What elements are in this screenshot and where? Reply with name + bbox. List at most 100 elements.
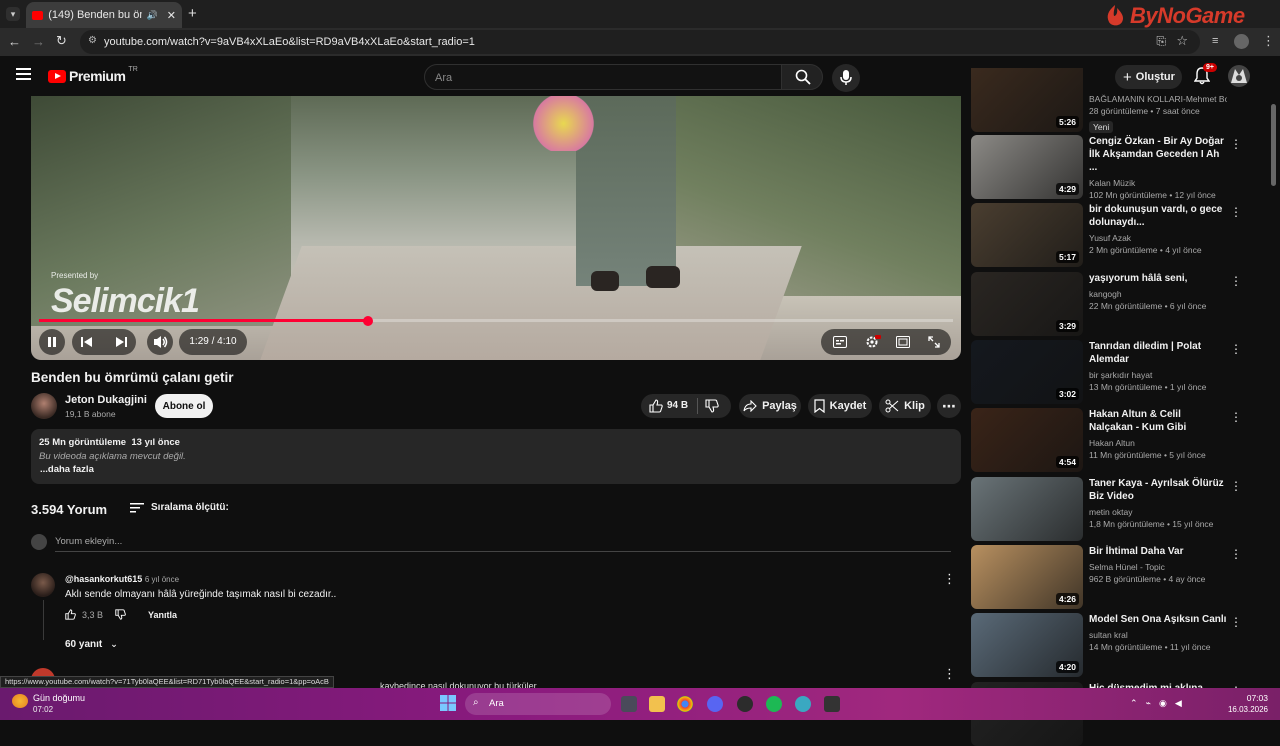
- video-thumbnail[interactable]: 4:26: [971, 545, 1083, 609]
- recommendation-card[interactable]: 4:29 Cengiz Özkan - Bir Ay Doğar İlk Akşa…: [971, 135, 1253, 200]
- like-button[interactable]: [649, 399, 663, 413]
- start-button[interactable]: [440, 695, 458, 713]
- comment-dislike-icon[interactable]: [115, 609, 126, 620]
- recommendation-channel[interactable]: bir şarkıdır hayat: [1089, 369, 1227, 381]
- clock-date[interactable]: 16.03.2026: [1218, 705, 1268, 714]
- volume-button[interactable]: [147, 329, 173, 355]
- new-tab-button[interactable]: +: [188, 5, 197, 22]
- recommendation-menu-icon[interactable]: ⋮: [1230, 479, 1242, 493]
- forward-button[interactable]: →: [32, 34, 45, 49]
- bookmark-star-icon[interactable]: ☆: [1176, 33, 1188, 49]
- install-app-icon[interactable]: ⎘: [1156, 34, 1166, 49]
- recommendation-card[interactable]: 4:20 Model Sen Ona Aşıksın Canlı sultan kr…: [971, 613, 1253, 677]
- browser-menu-icon[interactable]: ⋮: [1262, 33, 1275, 49]
- recommendation-menu-icon[interactable]: ⋮: [1230, 410, 1242, 424]
- recommendation-card[interactable]: 3:29 yaşıyorum hâlâ seni, kangogh 22 Mn gör…: [971, 272, 1253, 336]
- comment-time[interactable]: 6 yıl önce: [145, 575, 179, 584]
- previous-icon[interactable]: [80, 335, 94, 349]
- subscribe-button[interactable]: Abone ol: [155, 394, 213, 418]
- settings-gear-icon[interactable]: [865, 335, 881, 349]
- fullscreen-icon[interactable]: [928, 336, 940, 348]
- video-progress-bar[interactable]: [39, 315, 953, 326]
- system-tray-icons[interactable]: ⌃⌁◉◀: [1130, 698, 1190, 709]
- voice-search-button[interactable]: [832, 64, 860, 92]
- recommendation-card[interactable]: Taner Kaya - Ayrılsak Ölürüz Biz Video me…: [971, 477, 1253, 541]
- recommendation-title[interactable]: BAĞLAMANIN KOLLARI-Mehmet Bora: [1089, 93, 1227, 105]
- clip-button[interactable]: Klip: [879, 394, 931, 418]
- view-replies-button[interactable]: 60 yanıt ⌄: [65, 639, 118, 650]
- browser-tab-active[interactable]: (149) Benden bu ömrümü ç 🔊 ✕: [26, 2, 182, 28]
- user-avatar[interactable]: [1228, 65, 1250, 87]
- search-input[interactable]: Ara: [424, 64, 782, 90]
- recommendation-menu-icon[interactable]: ⋮: [1230, 547, 1242, 561]
- recommendation-title[interactable]: Bir İhtimal Daha Var: [1089, 545, 1227, 558]
- recommendation-title[interactable]: Cengiz Özkan - Bir Ay Doğar İlk Akşamdan…: [1089, 135, 1227, 174]
- video-thumbnail[interactable]: [971, 477, 1083, 541]
- weather-icon[interactable]: [12, 694, 28, 708]
- video-thumbnail[interactable]: 5:17: [971, 203, 1083, 267]
- recommendation-channel[interactable]: sultan kral: [1089, 629, 1227, 641]
- recommendation-title[interactable]: bir dokunuşun vardı, o gece dolunaydı...: [1089, 203, 1227, 229]
- taskbar-search[interactable]: ⌕ Ara: [465, 693, 611, 715]
- theater-mode-icon[interactable]: [896, 336, 910, 348]
- video-thumbnail[interactable]: 3:29: [971, 272, 1083, 336]
- recommendation-channel[interactable]: metin oktay: [1089, 506, 1227, 518]
- recommendation-channel[interactable]: Yusuf Azak: [1089, 232, 1227, 244]
- youtube-premium-logo[interactable]: Premium TR: [48, 66, 138, 84]
- show-more-link[interactable]: ...daha fazla: [40, 464, 94, 475]
- comment-author[interactable]: @hasankorkut615: [65, 574, 142, 584]
- comment-menu-icon[interactable]: ⋮: [943, 571, 956, 587]
- media-control-icon[interactable]: ≡: [1212, 35, 1218, 47]
- recommendation-menu-icon[interactable]: ⋮: [1230, 137, 1242, 151]
- recommendation-menu-icon[interactable]: ⋮: [1230, 205, 1242, 219]
- add-comment-input[interactable]: Yorum ekleyin...: [55, 536, 951, 552]
- save-button[interactable]: Kaydet: [808, 394, 872, 418]
- chrome-icon[interactable]: [677, 696, 693, 712]
- file-explorer-icon[interactable]: [649, 696, 665, 712]
- recommendation-card[interactable]: 5:17 bir dokunuşun vardı, o gece dolunayd…: [971, 203, 1253, 267]
- app-icon-2[interactable]: [795, 696, 811, 712]
- video-scrubber-handle[interactable]: [363, 315, 374, 326]
- search-button[interactable]: [781, 64, 823, 90]
- spotify-icon[interactable]: [766, 696, 782, 712]
- app-icon-3[interactable]: [824, 696, 840, 712]
- recommendation-card[interactable]: 5:26 BAĞLAMANIN KOLLARI-Mehmet Bora 28 gör…: [971, 68, 1253, 133]
- site-info-icon[interactable]: ⚙: [88, 35, 97, 46]
- recommendation-title[interactable]: yaşıyorum hâlâ seni,: [1089, 272, 1227, 285]
- comment-like-icon[interactable]: [65, 609, 76, 620]
- channel-avatar[interactable]: [31, 393, 57, 419]
- recommendation-card[interactable]: 4:26 Bir İhtimal Daha Var Selma Hünel - To…: [971, 545, 1253, 609]
- play-pause-button[interactable]: [39, 329, 65, 355]
- recommendation-card[interactable]: 4:54 Hakan Altun & Celil Nalçakan - Kum G…: [971, 408, 1253, 472]
- sort-comments-button[interactable]: Sıralama ölçütü:: [130, 502, 229, 513]
- tab-search-button[interactable]: ▾: [6, 7, 20, 21]
- task-view-icon[interactable]: [621, 696, 637, 712]
- recommendation-menu-icon[interactable]: ⋮: [1230, 342, 1242, 356]
- recommendation-menu-icon[interactable]: ⋮: [1230, 615, 1242, 629]
- recommendation-title[interactable]: Taner Kaya - Ayrılsak Ölürüz Biz Video: [1089, 477, 1227, 503]
- recommendation-title[interactable]: Hakan Altun & Celil Nalçakan - Kum Gibi: [1089, 408, 1227, 434]
- recommendation-title[interactable]: Model Sen Ona Aşıksın Canlı: [1089, 613, 1227, 626]
- reload-button[interactable]: ↻: [56, 33, 67, 49]
- app-icon-1[interactable]: [737, 696, 753, 712]
- dislike-button[interactable]: [705, 399, 719, 413]
- video-thumbnail[interactable]: 5:26: [971, 68, 1083, 132]
- tab-close-icon[interactable]: ✕: [167, 9, 176, 22]
- more-actions-button[interactable]: ⋯: [937, 394, 961, 418]
- video-thumbnail[interactable]: 4:29: [971, 135, 1083, 199]
- subtitles-icon[interactable]: [833, 336, 847, 348]
- url-bar[interactable]: ⚙ youtube.com/watch?v=9aVB4xXLaEo&list=R…: [80, 30, 1200, 54]
- next-icon[interactable]: [114, 335, 128, 349]
- comment-menu-icon-2[interactable]: ⋮: [943, 666, 956, 682]
- notifications-button[interactable]: 9+: [1194, 63, 1217, 87]
- profile-avatar[interactable]: [1234, 34, 1249, 49]
- discord-icon[interactable]: [707, 696, 723, 712]
- video-thumbnail[interactable]: 3:02: [971, 340, 1083, 404]
- reply-button[interactable]: Yanıtla: [148, 610, 177, 620]
- channel-name[interactable]: Jeton Dukagjini: [65, 394, 147, 406]
- share-button[interactable]: Paylaş: [739, 394, 801, 418]
- video-player[interactable]: Presented by Selimcik1 1:29 / 4:10: [31, 96, 961, 360]
- hamburger-menu-icon[interactable]: [16, 68, 31, 80]
- clock-time[interactable]: 07:03: [1228, 693, 1268, 703]
- recommendation-channel[interactable]: kangogh: [1089, 288, 1227, 300]
